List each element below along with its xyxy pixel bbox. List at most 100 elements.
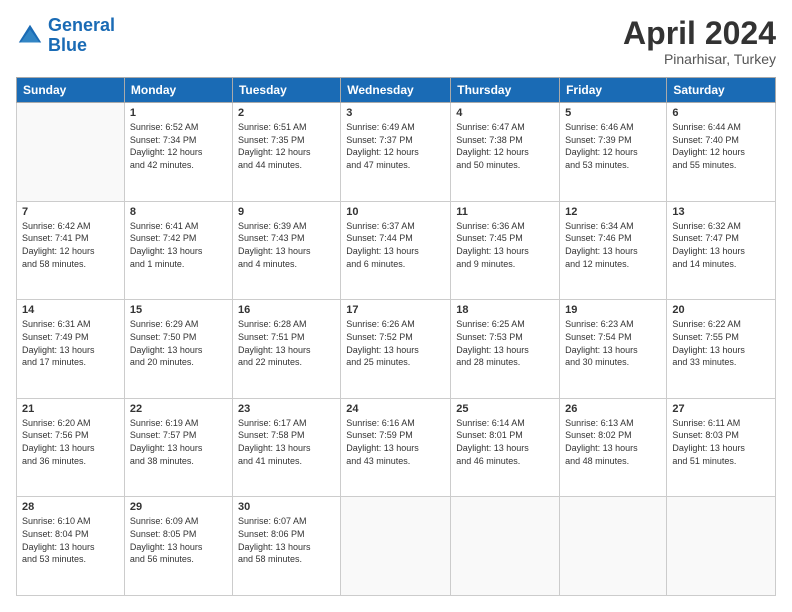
logo-line2: Blue — [48, 35, 87, 55]
day-number: 17 — [346, 304, 445, 316]
calendar-day-cell: 1 Sunrise: 6:52 AMSunset: 7:34 PMDaylight… — [124, 103, 232, 202]
day-info: Sunrise: 6:47 AMSunset: 7:38 PMDaylight:… — [456, 121, 554, 171]
weekday-header: Saturday — [667, 78, 776, 103]
calendar-day-cell: 15 Sunrise: 6:29 AMSunset: 7:50 PMDayligh… — [124, 300, 232, 399]
day-info: Sunrise: 6:32 AMSunset: 7:47 PMDaylight:… — [672, 220, 770, 270]
day-number: 16 — [238, 304, 335, 316]
calendar-day-cell: 29 Sunrise: 6:09 AMSunset: 8:05 PMDayligh… — [124, 497, 232, 596]
logo-icon — [16, 22, 44, 50]
calendar-day-cell: 9 Sunrise: 6:39 AMSunset: 7:43 PMDaylight… — [232, 201, 340, 300]
day-number: 2 — [238, 107, 335, 119]
day-info: Sunrise: 6:29 AMSunset: 7:50 PMDaylight:… — [130, 318, 227, 368]
day-number: 14 — [22, 304, 119, 316]
day-number: 10 — [346, 206, 445, 218]
calendar-day-cell: 3 Sunrise: 6:49 AMSunset: 7:37 PMDaylight… — [341, 103, 451, 202]
day-number: 30 — [238, 501, 335, 513]
month-title: April 2024 — [623, 16, 776, 51]
day-number: 9 — [238, 206, 335, 218]
calendar-week-row: 14 Sunrise: 6:31 AMSunset: 7:49 PMDayligh… — [17, 300, 776, 399]
calendar-day-cell: 25Sunrise: 6:14 AMSunset: 8:01 PMDayligh… — [451, 398, 560, 497]
calendar-day-cell: 18Sunrise: 6:25 AMSunset: 7:53 PMDayligh… — [451, 300, 560, 399]
calendar-day-cell: 10 Sunrise: 6:37 AMSunset: 7:44 PMDayligh… — [341, 201, 451, 300]
day-number: 3 — [346, 107, 445, 119]
day-info: Sunrise: 6:31 AMSunset: 7:49 PMDaylight:… — [22, 318, 119, 368]
day-number: 18 — [456, 304, 554, 316]
calendar-week-row: 1 Sunrise: 6:52 AMSunset: 7:34 PMDaylight… — [17, 103, 776, 202]
day-info: Sunrise: 6:42 AMSunset: 7:41 PMDaylight:… — [22, 220, 119, 270]
calendar-week-row: 7 Sunrise: 6:42 AMSunset: 7:41 PMDaylight… — [17, 201, 776, 300]
day-info: Sunrise: 6:49 AMSunset: 7:37 PMDaylight:… — [346, 121, 445, 171]
day-number: 12 — [565, 206, 661, 218]
weekday-header: Sunday — [17, 78, 125, 103]
logo-line1: General — [48, 15, 115, 35]
calendar-day-cell: 17 Sunrise: 6:26 AMSunset: 7:52 PMDayligh… — [341, 300, 451, 399]
calendar-day-cell — [17, 103, 125, 202]
day-info: Sunrise: 6:11 AMSunset: 8:03 PMDaylight:… — [672, 417, 770, 467]
day-info: Sunrise: 6:37 AMSunset: 7:44 PMDaylight:… — [346, 220, 445, 270]
calendar-day-cell: 19 Sunrise: 6:23 AMSunset: 7:54 PMDayligh… — [560, 300, 667, 399]
day-info: Sunrise: 6:09 AMSunset: 8:05 PMDaylight:… — [130, 515, 227, 565]
day-info: Sunrise: 6:51 AMSunset: 7:35 PMDaylight:… — [238, 121, 335, 171]
weekday-header: Wednesday — [341, 78, 451, 103]
day-number: 13 — [672, 206, 770, 218]
day-number: 15 — [130, 304, 227, 316]
day-info: Sunrise: 6:16 AMSunset: 7:59 PMDaylight:… — [346, 417, 445, 467]
day-info: Sunrise: 6:36 AMSunset: 7:45 PMDaylight:… — [456, 220, 554, 270]
calendar-table: SundayMondayTuesdayWednesdayThursdayFrid… — [16, 77, 776, 596]
calendar-day-cell — [560, 497, 667, 596]
day-info: Sunrise: 6:13 AMSunset: 8:02 PMDaylight:… — [565, 417, 661, 467]
calendar-day-cell: 5Sunrise: 6:46 AMSunset: 7:39 PMDaylight… — [560, 103, 667, 202]
day-info: Sunrise: 6:22 AMSunset: 7:55 PMDaylight:… — [672, 318, 770, 368]
calendar-day-cell: 13 Sunrise: 6:32 AMSunset: 7:47 PMDayligh… — [667, 201, 776, 300]
calendar-header-row: SundayMondayTuesdayWednesdayThursdayFrid… — [17, 78, 776, 103]
day-info: Sunrise: 6:28 AMSunset: 7:51 PMDaylight:… — [238, 318, 335, 368]
calendar-day-cell: 21Sunrise: 6:20 AMSunset: 7:56 PMDayligh… — [17, 398, 125, 497]
calendar-day-cell: 11 Sunrise: 6:36 AMSunset: 7:45 PMDayligh… — [451, 201, 560, 300]
location-subtitle: Pinarhisar, Turkey — [623, 51, 776, 67]
day-number: 24 — [346, 403, 445, 415]
calendar-day-cell: 14 Sunrise: 6:31 AMSunset: 7:49 PMDayligh… — [17, 300, 125, 399]
calendar-day-cell: 7 Sunrise: 6:42 AMSunset: 7:41 PMDaylight… — [17, 201, 125, 300]
logo: General Blue — [16, 16, 115, 56]
day-info: Sunrise: 6:07 AMSunset: 8:06 PMDaylight:… — [238, 515, 335, 565]
day-info: Sunrise: 6:39 AMSunset: 7:43 PMDaylight:… — [238, 220, 335, 270]
calendar-day-cell — [341, 497, 451, 596]
day-number: 11 — [456, 206, 554, 218]
day-number: 1 — [130, 107, 227, 119]
calendar-day-cell — [451, 497, 560, 596]
weekday-header: Friday — [560, 78, 667, 103]
day-number: 26 — [565, 403, 661, 415]
calendar-day-cell: 8Sunrise: 6:41 AMSunset: 7:42 PMDaylight… — [124, 201, 232, 300]
calendar-day-cell: 27 Sunrise: 6:11 AMSunset: 8:03 PMDayligh… — [667, 398, 776, 497]
day-number: 7 — [22, 206, 119, 218]
calendar-day-cell: 20 Sunrise: 6:22 AMSunset: 7:55 PMDayligh… — [667, 300, 776, 399]
day-info: Sunrise: 6:34 AMSunset: 7:46 PMDaylight:… — [565, 220, 661, 270]
calendar-day-cell: 30 Sunrise: 6:07 AMSunset: 8:06 PMDayligh… — [232, 497, 340, 596]
calendar-day-cell: 6Sunrise: 6:44 AMSunset: 7:40 PMDaylight… — [667, 103, 776, 202]
day-number: 29 — [130, 501, 227, 513]
day-number: 22 — [130, 403, 227, 415]
day-info: Sunrise: 6:10 AMSunset: 8:04 PMDaylight:… — [22, 515, 119, 565]
day-info: Sunrise: 6:23 AMSunset: 7:54 PMDaylight:… — [565, 318, 661, 368]
day-number: 25 — [456, 403, 554, 415]
day-info: Sunrise: 6:52 AMSunset: 7:34 PMDaylight:… — [130, 121, 227, 171]
day-info: Sunrise: 6:26 AMSunset: 7:52 PMDaylight:… — [346, 318, 445, 368]
calendar-day-cell: 2 Sunrise: 6:51 AMSunset: 7:35 PMDaylight… — [232, 103, 340, 202]
calendar-day-cell: 26 Sunrise: 6:13 AMSunset: 8:02 PMDayligh… — [560, 398, 667, 497]
calendar-day-cell — [667, 497, 776, 596]
day-info: Sunrise: 6:19 AMSunset: 7:57 PMDaylight:… — [130, 417, 227, 467]
calendar-day-cell: 4Sunrise: 6:47 AMSunset: 7:38 PMDaylight… — [451, 103, 560, 202]
day-info: Sunrise: 6:46 AMSunset: 7:39 PMDaylight:… — [565, 121, 661, 171]
calendar-day-cell: 28Sunrise: 6:10 AMSunset: 8:04 PMDayligh… — [17, 497, 125, 596]
calendar-day-cell: 16 Sunrise: 6:28 AMSunset: 7:51 PMDayligh… — [232, 300, 340, 399]
day-number: 21 — [22, 403, 119, 415]
day-number: 27 — [672, 403, 770, 415]
calendar-week-row: 21Sunrise: 6:20 AMSunset: 7:56 PMDayligh… — [17, 398, 776, 497]
day-number: 19 — [565, 304, 661, 316]
day-number: 6 — [672, 107, 770, 119]
calendar-day-cell: 12 Sunrise: 6:34 AMSunset: 7:46 PMDayligh… — [560, 201, 667, 300]
day-info: Sunrise: 6:17 AMSunset: 7:58 PMDaylight:… — [238, 417, 335, 467]
weekday-header: Thursday — [451, 78, 560, 103]
day-number: 20 — [672, 304, 770, 316]
day-number: 23 — [238, 403, 335, 415]
